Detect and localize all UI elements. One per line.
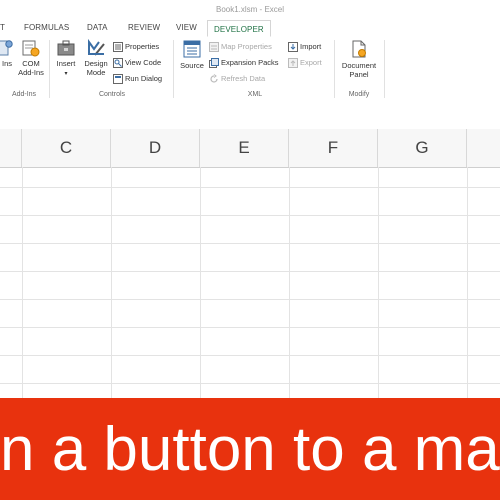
title-bar: Book1.xlsm - Excel [0, 0, 500, 20]
refresh-data-icon [210, 74, 218, 83]
grid-line [289, 167, 290, 400]
insert-icon [57, 40, 75, 56]
export-button[interactable]: Export [288, 57, 322, 69]
tab-insert[interactable]: T [0, 23, 5, 32]
column-header-e[interactable]: E [200, 129, 289, 167]
document-panel-icon [352, 40, 366, 58]
source-icon [183, 40, 201, 58]
grid-line [200, 167, 201, 400]
grid-line [0, 327, 500, 328]
grid-line [0, 215, 500, 216]
import-button[interactable]: Import [288, 41, 321, 53]
tab-formulas[interactable]: FORMULAS [24, 23, 69, 32]
grid-line [22, 167, 23, 400]
document-panel-button[interactable]: Document Panel [337, 39, 381, 79]
ribbon-separator [49, 40, 50, 98]
ribbon-separator [173, 40, 174, 98]
group-label-modify: Modify [348, 91, 370, 98]
refresh-data-button[interactable]: Refresh Data [209, 73, 265, 85]
column-header-d[interactable]: D [111, 129, 200, 167]
column-header-f[interactable]: F [289, 129, 378, 167]
map-properties-icon [209, 42, 219, 53]
caption-text: n a button to a ma [0, 415, 500, 484]
run-dialog-icon [113, 74, 123, 85]
grid-line [0, 299, 500, 300]
group-label-addins: Add-Ins [11, 91, 37, 98]
export-icon [288, 58, 298, 69]
design-mode-icon [88, 39, 105, 56]
com-addins-button[interactable]: COM Add-Ins [16, 39, 46, 77]
grid-line [111, 167, 112, 400]
tab-view[interactable]: VIEW [176, 23, 197, 32]
addins-button[interactable]: Ins [0, 39, 14, 68]
ribbon-separator [384, 40, 385, 98]
addins-icon [0, 40, 13, 56]
ribbon-tabs: T FORMULAS DATA REVIEW VIEW DEVELOPER [0, 20, 500, 38]
window-title: Book1.xlsm - Excel [215, 5, 285, 14]
spreadsheet-grid[interactable]: C D E F G [0, 129, 500, 400]
ribbon: Ins COM Add-Ins Add-Ins Insert ▾ Design M… [0, 37, 500, 102]
source-button[interactable]: Source [178, 39, 206, 70]
map-properties-button[interactable]: Map Properties [209, 41, 272, 53]
com-addins-icon [22, 40, 40, 57]
column-header-row: C D E F G [0, 129, 500, 168]
grid-line [0, 243, 500, 244]
group-label-xml: XML [247, 91, 263, 98]
grid-line [0, 187, 500, 188]
column-header-c[interactable]: C [22, 129, 111, 167]
ribbon-separator [334, 40, 335, 98]
caption-banner: n a button to a ma [0, 398, 500, 500]
column-header-h[interactable] [467, 129, 500, 167]
column-header-g[interactable]: G [378, 129, 467, 167]
group-label-controls: Controls [98, 91, 126, 98]
tab-review[interactable]: REVIEW [128, 23, 160, 32]
properties-icon [113, 42, 123, 53]
grid-line [0, 383, 500, 384]
view-code-icon [113, 58, 123, 69]
grid-line [0, 271, 500, 272]
insert-button[interactable]: Insert ▾ [53, 39, 79, 79]
design-mode-button[interactable]: Design Mode [82, 39, 110, 77]
grid-line [0, 355, 500, 356]
grid-line [467, 167, 468, 400]
properties-button[interactable]: Properties [113, 41, 159, 53]
view-code-button[interactable]: View Code [113, 57, 161, 69]
import-icon [288, 42, 298, 53]
tab-developer[interactable]: DEVELOPER [207, 20, 271, 37]
expansion-packs-icon [209, 58, 219, 69]
formula-bar[interactable] [0, 101, 500, 130]
column-header-b[interactable] [0, 129, 22, 167]
expansion-packs-button[interactable]: Expansion Packs [209, 57, 279, 69]
grid-line [378, 167, 379, 400]
tab-data[interactable]: DATA [87, 23, 108, 32]
run-dialog-button[interactable]: Run Dialog [113, 73, 162, 85]
